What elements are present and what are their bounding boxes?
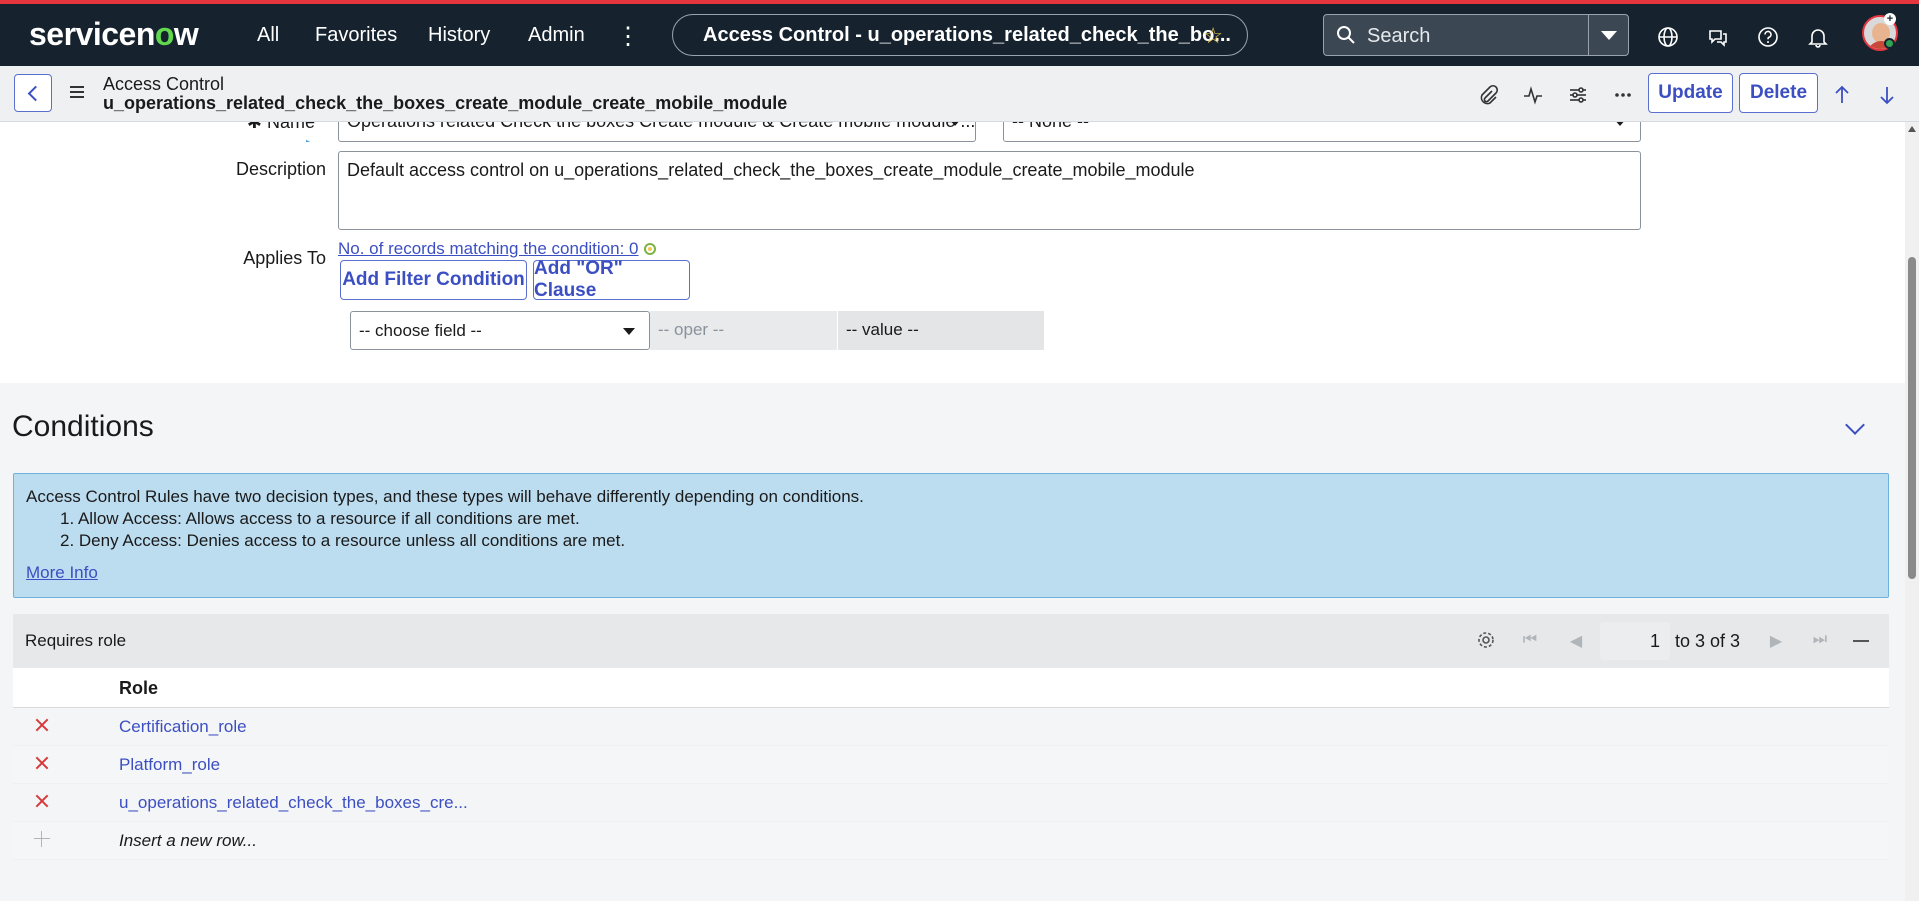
- insert-row-text: Insert a new row...: [119, 831, 257, 850]
- notifications-bell-icon[interactable]: [1807, 26, 1829, 48]
- servicenow-logo[interactable]: servicenow: [29, 16, 199, 53]
- avatar-plus-icon: +: [1884, 13, 1896, 25]
- conditions-info-box: Access Control Rules have two decision t…: [13, 473, 1889, 598]
- applies-to-label: Applies To: [243, 248, 326, 268]
- add-or-clause-button[interactable]: Add "OR" Clause: [533, 258, 690, 301]
- value-field[interactable]: -- value --: [838, 311, 1044, 350]
- refresh-icon[interactable]: [643, 242, 657, 256]
- nav-admin[interactable]: Admin: [528, 24, 585, 47]
- favorite-star-icon[interactable]: ☆: [1203, 23, 1223, 49]
- form-header: Access Control u_operations_related_chec…: [0, 66, 1919, 122]
- operator-select[interactable]: -- oper --: [650, 311, 837, 350]
- help-icon[interactable]: [1757, 26, 1779, 48]
- chat-icon[interactable]: [1707, 26, 1729, 48]
- add-filter-condition-button[interactable]: Add Filter Condition: [340, 260, 527, 300]
- records-count-link-wrap: No. of records matching the condition: 0: [338, 239, 657, 259]
- search-dropdown-icon[interactable]: [1588, 15, 1628, 55]
- previous-page-icon[interactable]: ◀: [1566, 631, 1586, 651]
- table-row: u_operations_related_check_the_boxes_cre…: [13, 784, 1889, 822]
- record-name: u_operations_related_check_the_boxes_cre…: [103, 93, 788, 113]
- personalize-sliders-icon[interactable]: [1567, 84, 1589, 106]
- scrollbar-thumb[interactable]: [1908, 257, 1916, 579]
- page-range-text: to 3 of 3: [1675, 631, 1741, 651]
- page-title: Access Control - u_operations_related_ch…: [703, 23, 1231, 46]
- global-search[interactable]: Search: [1323, 14, 1629, 56]
- page-number-input[interactable]: 1: [1600, 622, 1670, 660]
- page-title-pill[interactable]: Access Control - u_operations_related_ch…: [672, 14, 1248, 56]
- delete-row-icon[interactable]: [33, 716, 51, 734]
- insert-row[interactable]: Insert a new row...: [13, 822, 1889, 860]
- more-options-icon[interactable]: [1612, 84, 1634, 106]
- vertical-scrollbar[interactable]: [1905, 122, 1919, 901]
- scroll-up-arrow-icon[interactable]: [1908, 126, 1916, 132]
- description-label: Description: [235, 159, 326, 179]
- more-info-link[interactable]: More Info: [26, 563, 98, 583]
- collapse-list-icon[interactable]: [1853, 640, 1869, 642]
- description-field[interactable]: Default access control on u_operations_r…: [338, 151, 1641, 230]
- logo-text: servicen: [29, 16, 155, 52]
- search-icon: [1337, 26, 1355, 44]
- list-settings-gear-icon[interactable]: [1476, 630, 1496, 650]
- search-input[interactable]: Search: [1367, 25, 1430, 48]
- records-count-link[interactable]: No. of records matching the condition: 0: [338, 239, 639, 258]
- delete-row-icon[interactable]: [33, 754, 51, 772]
- next-page-icon[interactable]: ▶: [1766, 631, 1786, 651]
- name-row: ✱ Name ▸ Operations related Check the bo…: [0, 122, 1905, 142]
- roles-table: Role Certification_role Platform_role u_…: [13, 668, 1889, 860]
- delete-button[interactable]: Delete: [1739, 73, 1818, 113]
- name-secondary-select[interactable]: -- None --: [1003, 122, 1641, 142]
- nav-history[interactable]: History: [428, 24, 490, 47]
- info-line: Access Control Rules have two decision t…: [26, 487, 864, 506]
- first-page-icon[interactable]: ⏮: [1520, 631, 1540, 651]
- add-row-icon[interactable]: [33, 830, 51, 848]
- last-page-icon[interactable]: ⏭: [1810, 631, 1830, 651]
- required-marker: ✱: [246, 122, 267, 132]
- back-button[interactable]: [14, 74, 52, 112]
- info-line: 1. Allow Access: Allows access to a reso…: [60, 509, 580, 528]
- top-navigation: servicenow All Favorites History Admin ⋮…: [0, 0, 1919, 66]
- related-list-title: Requires role: [25, 631, 127, 650]
- requires-role-header: Requires role ⏮ ◀ 1 to 3 of 3 ▶ ⏭: [13, 614, 1889, 668]
- role-cell[interactable]: Platform_role: [119, 755, 220, 775]
- table-row: Certification_role: [13, 708, 1889, 746]
- name-label-text: Name: [266, 122, 315, 132]
- more-menu-icon[interactable]: ⋮: [616, 22, 640, 50]
- form-title: Access Control: [103, 74, 225, 94]
- globe-icon[interactable]: [1657, 26, 1679, 48]
- table-row: Platform_role: [13, 746, 1889, 784]
- next-record-arrow-icon[interactable]: [1876, 84, 1898, 106]
- conditions-title: Conditions: [12, 410, 154, 443]
- presence-status-icon: [1884, 38, 1895, 49]
- nav-favorites[interactable]: Favorites: [315, 24, 397, 47]
- activity-pulse-icon[interactable]: [1522, 84, 1544, 106]
- table-header: Role: [13, 668, 1889, 708]
- info-line: 2. Deny Access: Denies access to a resou…: [60, 531, 626, 550]
- role-cell[interactable]: u_operations_related_check_the_boxes_cre…: [119, 793, 468, 813]
- context-menu-icon[interactable]: [70, 86, 84, 98]
- nav-all[interactable]: All: [257, 24, 279, 47]
- update-button[interactable]: Update: [1648, 73, 1733, 113]
- logo-text-end: w: [173, 16, 199, 52]
- attachment-paperclip-icon[interactable]: [1477, 84, 1499, 106]
- name-field[interactable]: Operations related Check the boxes Creat…: [338, 122, 976, 142]
- choose-field-select[interactable]: -- choose field --: [350, 311, 650, 350]
- previous-record-arrow-icon[interactable]: [1831, 84, 1853, 106]
- name-label: ✱ Name ▸: [235, 122, 315, 142]
- role-cell[interactable]: Certification_role: [119, 717, 247, 737]
- name-field-indicator: ▸: [306, 133, 315, 142]
- column-header-role[interactable]: Role: [119, 678, 158, 699]
- delete-row-icon[interactable]: [33, 792, 51, 810]
- logo-o: o: [154, 16, 175, 52]
